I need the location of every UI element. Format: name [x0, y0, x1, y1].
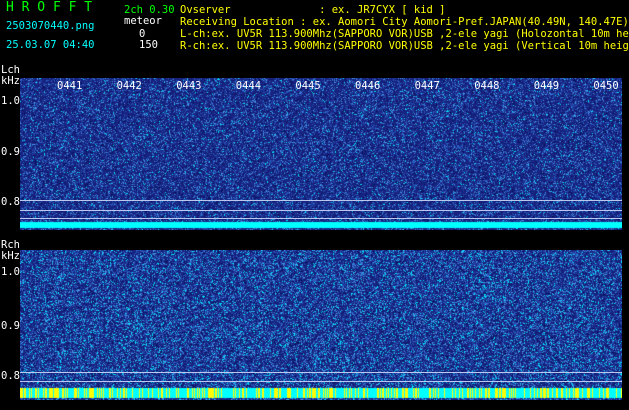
lch-ref-line	[20, 200, 622, 201]
rch-ref-line	[20, 381, 622, 382]
rch-ytick-0.8: 0.8	[1, 370, 20, 382]
time-tick-label: 0450	[593, 80, 619, 92]
time-tick-label: 0447	[414, 80, 440, 92]
time-tick-label: 0449	[533, 80, 560, 92]
lch-ytick-0.9: 0.9	[1, 146, 20, 158]
lch-waterfall-panel	[20, 78, 622, 230]
location-line: Receiving Location : ex. Aomori City Aom…	[180, 16, 629, 28]
app-title: H R O F F T	[6, 0, 93, 15]
filename-label: 2503070440.png	[6, 20, 95, 32]
rch-info-line: R-ch:ex. UV5R 113.900Mhz(SAPPORO VOR)USB…	[180, 40, 629, 52]
time-tick-label: 0446	[355, 80, 381, 92]
lch-unit-label: kHz	[1, 75, 20, 87]
lch-ytick-0.8: 0.8	[1, 196, 20, 208]
time-tick-label: 0443	[176, 80, 202, 92]
time-tick-label: 0442	[116, 80, 142, 92]
meteor-label: meteor	[124, 15, 162, 27]
lch-ref-line	[20, 210, 622, 211]
datetime-label: 25.03.07 04:40	[6, 39, 95, 51]
meteor-count-rch: 150	[139, 39, 158, 51]
rch-unit-label: kHz	[1, 250, 20, 262]
rch-ytick-1.0: 1.0	[1, 266, 20, 278]
time-tick-label: 0441	[57, 80, 83, 92]
observer-line: Ovserver : ex. JR7CYX [ kid ]	[180, 4, 446, 16]
time-tick-label: 0444	[235, 80, 262, 92]
lch-ref-line	[20, 218, 622, 219]
rch-waterfall	[20, 250, 622, 400]
time-tick-label: 0448	[474, 80, 500, 92]
rch-waterfall-panel	[20, 250, 622, 400]
lch-info-line: L-ch:ex. UV5R 113.900Mhz(SAPPORO VOR)USB…	[180, 28, 629, 40]
lch-ytick-1.0: 1.0	[1, 95, 20, 107]
rch-ytick-0.9: 0.9	[1, 320, 20, 332]
rch-ref-line	[20, 372, 622, 373]
lch-waterfall	[20, 78, 622, 230]
time-tick-label: 0445	[295, 80, 321, 92]
